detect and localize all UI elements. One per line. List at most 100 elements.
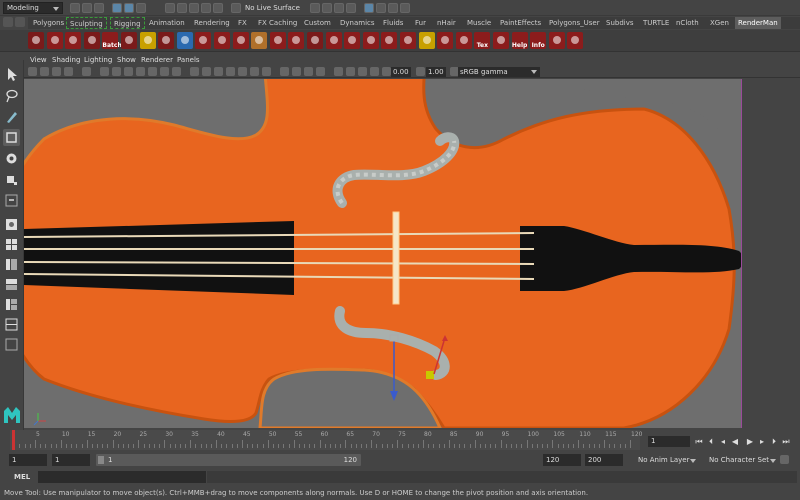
shelf-tab-fx[interactable]: FX [235, 17, 250, 29]
shelf-button-icon[interactable] [139, 32, 156, 49]
panel-menu-show[interactable]: Show [117, 55, 136, 65]
snap-point-icon[interactable] [189, 3, 199, 13]
default-material-icon[interactable] [214, 67, 223, 76]
use-all-lights-icon[interactable] [250, 67, 259, 76]
shelf-tab-nhair[interactable]: nHair [434, 17, 459, 29]
current-frame-field[interactable]: 1 [648, 436, 690, 447]
shelf-button-icon[interactable] [381, 32, 398, 49]
gamma-field[interactable]: 1.00 [426, 67, 446, 77]
render-settings-icon[interactable] [346, 3, 356, 13]
exposure-icon[interactable] [382, 67, 391, 76]
screen-space-ao-icon[interactable] [280, 67, 289, 76]
grease-pencil-icon[interactable] [82, 67, 91, 76]
step-forward-icon[interactable]: ⏵ [769, 437, 779, 447]
shelf-tab-polygons[interactable]: Polygons [30, 17, 67, 29]
shelf-button-icon[interactable] [232, 32, 249, 49]
safe-action-icon[interactable] [160, 67, 169, 76]
shelf-button-icon[interactable] [65, 32, 82, 49]
single-perspective-layout-icon[interactable] [3, 216, 20, 233]
shelf-button-icon[interactable] [158, 32, 175, 49]
move-tool-icon[interactable] [3, 129, 20, 146]
snap-surface-icon[interactable] [213, 3, 223, 13]
shelf-tab-subdivs[interactable]: Subdivs [603, 17, 637, 29]
wireframe-on-shaded-icon[interactable] [226, 67, 235, 76]
shelf-button-icon[interactable] [195, 32, 212, 49]
camera-attributes-icon[interactable] [28, 67, 37, 76]
shelf-tab-custom[interactable]: Custom [301, 17, 334, 29]
multisample-aa-icon[interactable] [304, 67, 313, 76]
textured-icon[interactable] [238, 67, 247, 76]
shadows-icon[interactable] [262, 67, 271, 76]
shelf-button-icon[interactable] [567, 32, 584, 49]
shelf-button-icon[interactable] [121, 32, 137, 49]
range-slider-handle[interactable] [98, 456, 104, 464]
shelf-button-icon[interactable]: Info [530, 32, 547, 49]
shelf-button-icon[interactable] [418, 32, 435, 49]
anim-layer-select[interactable]: No Anim Layer [638, 454, 689, 466]
isolate-select-icon[interactable] [334, 67, 343, 76]
shelf-button-icon[interactable] [28, 32, 44, 49]
gate-mask-icon[interactable] [136, 67, 145, 76]
panel-menu-lighting[interactable]: Lighting [84, 55, 112, 65]
layout-menu-icon[interactable] [3, 336, 20, 353]
custom-layout-icon[interactable] [3, 316, 20, 333]
shelf-button-icon[interactable] [344, 32, 361, 49]
xray-components-icon[interactable] [370, 67, 379, 76]
key-icon[interactable] [780, 455, 789, 464]
film-gate-icon[interactable] [112, 67, 121, 76]
xray-icon[interactable] [346, 67, 355, 76]
shelf-tab-turtle[interactable]: TURTLE [640, 17, 672, 29]
perspective-viewport[interactable] [24, 79, 741, 428]
toggle-panel-icon[interactable] [364, 3, 374, 13]
four-view-layout-icon[interactable] [3, 236, 20, 253]
live-surface-label[interactable]: No Live Surface [245, 2, 300, 14]
shelf-button-icon[interactable] [176, 32, 193, 49]
shelf-tab-xgen[interactable]: XGen [707, 17, 732, 29]
paint-select-tool-icon[interactable] [3, 108, 20, 125]
shelf-tab-rigging[interactable]: Rigging [110, 17, 145, 29]
bookmark-icon[interactable] [40, 67, 49, 76]
select-hierarchy-icon[interactable] [112, 3, 122, 13]
go-to-end-icon[interactable]: ⏭ [781, 437, 791, 447]
color-space-select[interactable]: sRGB gamma [458, 67, 540, 77]
shelf-button-icon[interactable] [251, 32, 268, 49]
go-to-start-icon[interactable]: ⏮ [694, 437, 704, 447]
grid-icon[interactable] [100, 67, 109, 76]
shelf-button-icon[interactable] [362, 32, 379, 49]
exposure-field[interactable]: 0.00 [391, 67, 411, 77]
open-scene-icon[interactable] [82, 3, 92, 13]
history-icon[interactable] [310, 3, 320, 13]
panel-menu-shading[interactable]: Shading [52, 55, 80, 65]
shelf-tab-painteffects[interactable]: PaintEffects [497, 17, 544, 29]
field-chart-icon[interactable] [148, 67, 157, 76]
chevron-down-icon[interactable] [770, 459, 776, 463]
shelf-tab-polygons-user[interactable]: Polygons_User [546, 17, 603, 29]
snap-grid-icon[interactable] [165, 3, 175, 13]
ipr-render-icon[interactable] [334, 3, 344, 13]
play-backward-icon[interactable]: ◀ [730, 437, 740, 447]
shelf-settings-icon[interactable] [3, 17, 13, 27]
xray-joints-icon[interactable] [358, 67, 367, 76]
image-plane-icon[interactable] [52, 67, 61, 76]
mel-input[interactable] [38, 471, 206, 483]
shelf-button-icon[interactable]: Tex [474, 32, 491, 49]
shelf-tab-renderman[interactable]: RenderMan [735, 17, 781, 29]
shelf-button-icon[interactable] [455, 32, 472, 49]
shelf-button-icon[interactable]: Batch [102, 32, 122, 49]
wireframe-icon[interactable] [190, 67, 199, 76]
shelf-tab-fx-caching[interactable]: FX Caching [255, 17, 300, 29]
shelf-button-icon[interactable] [46, 32, 63, 49]
shelf-button-icon[interactable] [437, 32, 454, 49]
mel-label[interactable]: MEL [14, 472, 30, 482]
last-tool-icon[interactable] [3, 192, 20, 209]
step-back-key-icon[interactable]: ◂ [718, 437, 728, 447]
current-time-marker[interactable] [12, 430, 15, 450]
snap-view-icon[interactable] [201, 3, 211, 13]
lasso-tool-icon[interactable] [3, 87, 20, 104]
magnet-icon[interactable] [231, 3, 241, 13]
render-icon[interactable] [322, 3, 332, 13]
max-end-field[interactable]: 200 [585, 454, 623, 466]
shelf-button-icon[interactable] [548, 32, 565, 49]
toggle-panel-icon-2[interactable] [376, 3, 386, 13]
persp-graph-layout-icon[interactable] [3, 276, 20, 293]
